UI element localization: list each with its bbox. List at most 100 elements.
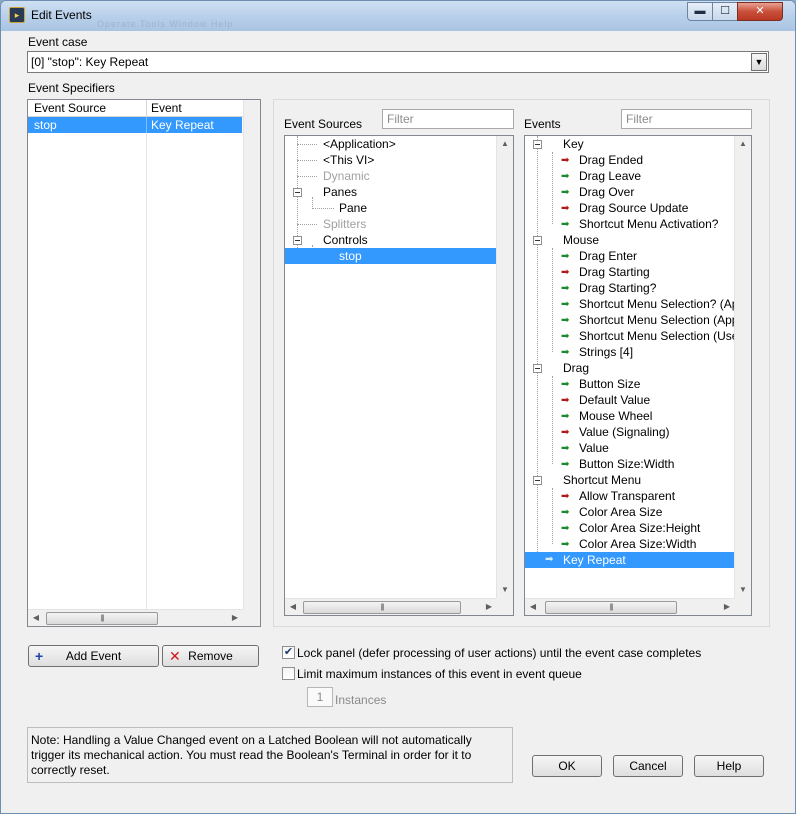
events-filter-input[interactable]: Filter [621, 109, 752, 129]
help-button[interactable]: Help [694, 755, 764, 777]
event-item[interactable]: Drag Starting? [579, 281, 656, 295]
cell-divider [146, 117, 147, 133]
source-item-this-vi[interactable]: <This VI> [323, 153, 374, 167]
arrow-green-icon: ➡ [561, 459, 570, 470]
event-item[interactable]: Color Area Size:Width [579, 537, 696, 551]
collapse-toggle-icon[interactable] [533, 236, 542, 245]
event-item[interactable]: Drag Ended [579, 153, 643, 167]
sources-vertical-scrollbar[interactable]: ▲ ▼ [496, 136, 513, 598]
source-item-application[interactable]: <Application> [323, 137, 396, 151]
event-case-dropdown[interactable]: [0] "stop": Key Repeat ▼ [27, 51, 769, 73]
scroll-left-icon[interactable]: ◀ [525, 599, 541, 615]
edit-events-window: ▸ Edit Events Operate Tools Window Help … [0, 0, 796, 814]
limit-instances-label: Limit maximum instances of this event in… [297, 667, 582, 681]
source-item-stop[interactable]: stop [285, 248, 496, 264]
event-group-key[interactable]: Key [563, 137, 584, 151]
minimize-button[interactable]: ▬ [687, 2, 713, 21]
remove-button[interactable]: ✕ Remove [162, 645, 259, 667]
specifiers-vertical-scrollbar[interactable] [243, 100, 260, 609]
column-divider[interactable] [146, 100, 147, 117]
event-item[interactable]: Value (Signaling) [579, 425, 670, 439]
event-item[interactable]: Drag Source Update [579, 201, 688, 215]
scroll-left-icon[interactable]: ◀ [28, 610, 44, 626]
labview-app-icon: ▸ [9, 7, 25, 23]
scroll-right-icon[interactable]: ▶ [481, 599, 497, 615]
event-item[interactable]: Shortcut Menu Activation? [579, 217, 718, 231]
events-label: Events [524, 117, 561, 131]
event-item[interactable]: Strings [4] [579, 345, 633, 359]
event-item[interactable]: Color Area Size [579, 505, 662, 519]
title-bar[interactable]: ▸ Edit Events Operate Tools Window Help … [1, 1, 795, 31]
specifiers-header: Event Source Event [28, 100, 260, 117]
arrow-green-icon: ➡ [561, 539, 570, 550]
lock-panel-checkbox[interactable]: ✔ [282, 646, 295, 659]
event-item[interactable]: Value [579, 441, 609, 455]
event-item[interactable]: Drag Starting [579, 265, 650, 279]
event-item[interactable]: Shortcut Menu Selection (Use [579, 329, 738, 343]
arrow-red-icon: ➡ [561, 395, 570, 406]
event-item[interactable]: Mouse Wheel [579, 409, 652, 423]
cancel-button[interactable]: Cancel [613, 755, 683, 777]
event-group-mouse[interactable]: Mouse [563, 233, 599, 247]
close-button[interactable]: ✕ [737, 2, 783, 21]
event-sources-tree[interactable]: <Application> <This VI> Dynamic Panes Pa… [284, 135, 514, 616]
arrow-green-icon: ➡ [561, 523, 570, 534]
maximize-button[interactable]: ☐ [712, 2, 738, 21]
event-group-shortcut-menu[interactable]: Shortcut Menu [563, 473, 641, 487]
latched-boolean-note: Note: Handling a Value Changed event on … [27, 727, 513, 783]
collapse-toggle-icon[interactable] [533, 364, 542, 373]
scroll-up-icon[interactable]: ▲ [735, 136, 751, 152]
event-item[interactable]: Shortcut Menu Selection (App [579, 313, 738, 327]
event-item[interactable]: Drag Leave [579, 169, 641, 183]
table-row[interactable]: stop Key Repeat [28, 117, 242, 133]
event-item[interactable]: Color Area Size:Height [579, 521, 700, 535]
events-tree[interactable]: Key ➡ Drag Ended ➡ Drag Leave ➡ Drag Ove… [524, 135, 752, 616]
event-item[interactable]: Button Size [579, 377, 640, 391]
source-item-dynamic: Dynamic [323, 169, 370, 183]
source-item-panes[interactable]: Panes [323, 185, 357, 199]
scroll-down-icon[interactable]: ▼ [735, 582, 751, 598]
scroll-up-icon[interactable]: ▲ [497, 136, 513, 152]
scroll-right-icon[interactable]: ▶ [719, 599, 735, 615]
scroll-thumb[interactable]: ||| [303, 601, 461, 614]
remove-x-icon: ✕ [169, 648, 181, 664]
scroll-left-icon[interactable]: ◀ [285, 599, 301, 615]
event-specifiers-table[interactable]: Event Source Event stop Key Repeat ◀ |||… [27, 99, 261, 627]
event-item[interactable]: Drag Over [579, 185, 634, 199]
event-item[interactable]: Button Size:Width [579, 457, 674, 471]
limit-instances-checkbox[interactable] [282, 667, 295, 680]
source-item-pane[interactable]: Pane [339, 201, 367, 215]
source-item-controls[interactable]: Controls [323, 233, 368, 247]
dropdown-arrow-icon[interactable]: ▼ [751, 53, 767, 71]
column-header-event-source[interactable]: Event Source [34, 101, 106, 115]
source-item-splitters: Splitters [323, 217, 367, 231]
collapse-toggle-icon[interactable] [533, 476, 542, 485]
scroll-thumb[interactable]: ||| [545, 601, 677, 614]
specifiers-horizontal-scrollbar[interactable]: ◀ ||| ▶ [28, 609, 243, 626]
scroll-thumb[interactable]: ||| [46, 612, 158, 625]
scroll-down-icon[interactable]: ▼ [497, 582, 513, 598]
tree-line [297, 176, 317, 177]
event-item[interactable]: Drag Enter [579, 249, 637, 263]
scroll-right-icon[interactable]: ▶ [227, 610, 243, 626]
event-group-drag[interactable]: Drag [563, 361, 589, 375]
arrow-red-icon: ➡ [561, 427, 570, 438]
event-sources-filter-input[interactable]: Filter [382, 109, 514, 129]
window-title: Edit Events [31, 8, 92, 22]
event-item[interactable]: Default Value [579, 393, 650, 407]
collapse-toggle-icon[interactable] [533, 140, 542, 149]
tree-line [552, 152, 553, 224]
ok-button[interactable]: OK [532, 755, 602, 777]
collapse-toggle-icon[interactable] [293, 236, 302, 245]
events-vertical-scrollbar[interactable]: ▲ ▼ [734, 136, 751, 598]
sources-horizontal-scrollbar[interactable]: ◀ ||| ▶ [285, 598, 497, 615]
remove-label: Remove [188, 649, 233, 663]
collapse-toggle-icon[interactable] [293, 188, 302, 197]
column-header-event[interactable]: Event [151, 101, 182, 115]
event-item[interactable]: Allow Transparent [579, 489, 675, 503]
event-item[interactable]: Shortcut Menu Selection? (Ap [579, 297, 738, 311]
events-horizontal-scrollbar[interactable]: ◀ ||| ▶ [525, 598, 735, 615]
add-event-button[interactable]: + Add Event [28, 645, 159, 667]
tree-line [552, 376, 553, 464]
event-item-key-repeat[interactable]: ➡ Key Repeat [525, 552, 734, 568]
